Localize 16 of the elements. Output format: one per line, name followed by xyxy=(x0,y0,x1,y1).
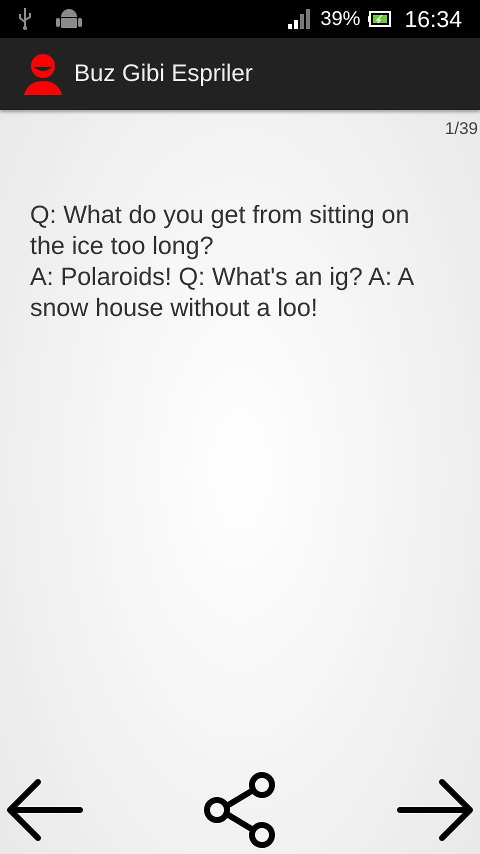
battery-icon xyxy=(368,11,392,27)
left-arrow-icon xyxy=(6,778,84,842)
battery-percent: 39% xyxy=(320,7,360,32)
previous-button[interactable] xyxy=(6,778,84,842)
joke-text: Q: What do you get from sitting on the ice too long? A: Polaroids! Q: What's an ig? A: A snow house without a loo! xyxy=(29,200,414,324)
clock: 16:34 xyxy=(404,4,462,34)
signal-icon xyxy=(288,9,312,29)
usb-icon xyxy=(18,8,32,30)
share-icon xyxy=(202,772,278,848)
android-icon xyxy=(56,7,82,31)
share-button[interactable] xyxy=(202,772,278,848)
joke-counter: 1/39 xyxy=(444,118,478,140)
app-title: Buz Gibi Espriler xyxy=(74,59,253,89)
person-icon xyxy=(22,53,64,95)
right-arrow-icon xyxy=(396,778,474,842)
next-button[interactable] xyxy=(396,778,474,842)
